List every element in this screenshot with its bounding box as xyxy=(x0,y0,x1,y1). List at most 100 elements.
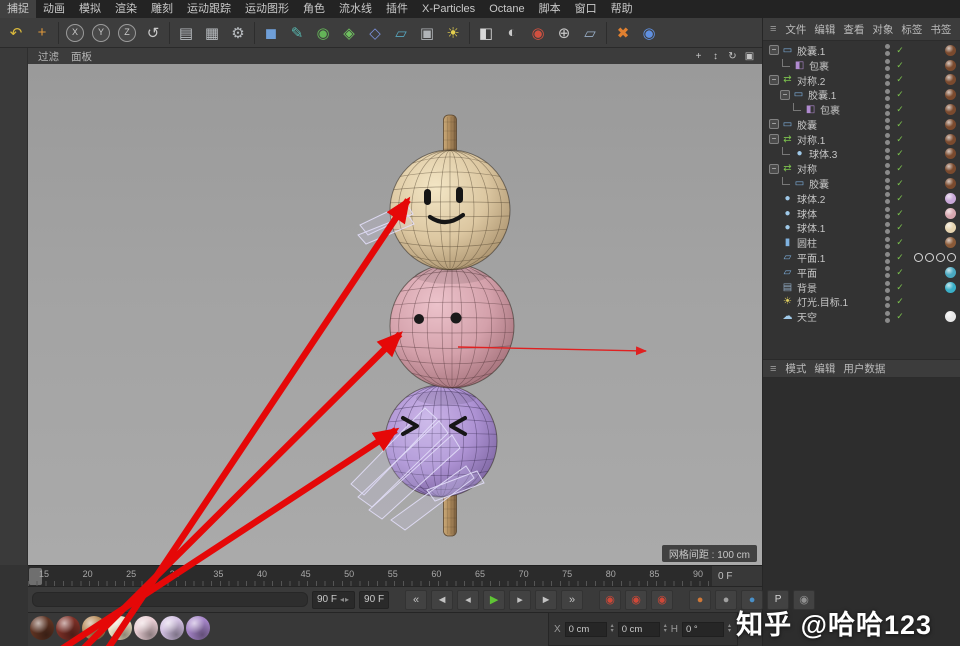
menubar-item-13[interactable]: 脚本 xyxy=(532,0,568,18)
enabled-check-icon[interactable]: ✓ xyxy=(895,296,905,307)
object-row[interactable]: ☁ 天空 ✓ xyxy=(763,309,960,324)
enabled-check-icon[interactable]: ✓ xyxy=(895,134,905,145)
attr-menu-3[interactable]: 用户数据 xyxy=(839,361,889,376)
undo-icon[interactable]: ↶ xyxy=(3,20,29,46)
material-tag[interactable] xyxy=(945,118,956,130)
panel-menu-icon[interactable]: ≡ xyxy=(767,363,779,375)
object-row[interactable]: ● 球体 ✓ xyxy=(763,206,960,221)
material-swatch-6[interactable] xyxy=(160,616,184,640)
coord-value-2[interactable]: 0 cm xyxy=(617,621,660,637)
light-button[interactable]: ☀ xyxy=(440,20,466,46)
enabled-check-icon[interactable]: ✓ xyxy=(895,252,905,263)
attr-menu-1[interactable]: 模式 xyxy=(781,361,810,376)
camera-button[interactable]: ▣ xyxy=(414,20,440,46)
visibility-dots[interactable] xyxy=(885,207,890,220)
timeline-scrollbar[interactable] xyxy=(32,592,308,607)
tree-expander-icon[interactable]: − xyxy=(780,89,790,100)
enabled-check-icon[interactable]: ✓ xyxy=(895,208,905,219)
autokeying-button[interactable]: ◉ xyxy=(625,589,648,610)
compositing-tag-icon[interactable] xyxy=(947,253,956,263)
visibility-dots[interactable] xyxy=(885,147,890,160)
c4d-mode-button[interactable]: ◉ xyxy=(636,20,662,46)
visibility-dots[interactable] xyxy=(885,236,890,249)
subdivision-surface-button[interactable]: ◉ xyxy=(310,20,336,46)
enabled-check-icon[interactable]: ✓ xyxy=(895,178,905,189)
axis-lock-button[interactable]: ✖ xyxy=(610,20,636,46)
material-tag[interactable] xyxy=(945,148,956,160)
object-row[interactable]: ▭ 胶囊 ✓ xyxy=(763,176,960,191)
attr-menu-2[interactable]: 编辑 xyxy=(810,361,839,376)
object-row[interactable]: ▱ 平面.1 ✓ xyxy=(763,250,960,265)
primitive-cube-button[interactable]: ◼ xyxy=(258,20,284,46)
om-menu-3[interactable]: 查看 xyxy=(839,22,868,37)
material-swatch-2[interactable] xyxy=(56,616,80,640)
menubar-item-9[interactable]: 流水线 xyxy=(332,0,379,18)
object-row[interactable]: ◧ 包裹 ✓ xyxy=(763,102,960,117)
enabled-check-icon[interactable]: ✓ xyxy=(895,237,905,248)
tree-expander-icon[interactable]: − xyxy=(769,119,779,130)
compositing-tag-icon[interactable] xyxy=(914,253,923,263)
enabled-check-icon[interactable]: ✓ xyxy=(895,148,905,159)
object-row[interactable]: − ⇄ 对称 ✓ xyxy=(763,161,960,176)
coordinate-system-button[interactable]: ↺ xyxy=(140,20,166,46)
coord-value-3[interactable]: 0 ° xyxy=(681,621,724,637)
material-tag[interactable] xyxy=(945,281,956,293)
menubar-item-5[interactable]: 雕刻 xyxy=(144,0,180,18)
stepper-arrow-icon[interactable]: ▾ xyxy=(664,628,667,634)
visibility-dots[interactable] xyxy=(885,118,890,131)
material-swatch-3[interactable] xyxy=(82,616,106,640)
material-tag[interactable] xyxy=(945,222,956,234)
material-tag[interactable] xyxy=(945,192,956,204)
keyframe-selection-button[interactable]: ◉ xyxy=(651,589,674,610)
visibility-dots[interactable] xyxy=(885,295,890,308)
menubar-item-3[interactable]: 模拟 xyxy=(72,0,108,18)
maximize-view-icon[interactable]: ▣ xyxy=(743,51,756,62)
coord-stepper-3[interactable]: ▴ ▾ xyxy=(728,623,731,634)
enabled-check-icon[interactable]: ✓ xyxy=(895,119,905,130)
record-position-toggle[interactable]: ● xyxy=(689,589,712,610)
play-button[interactable]: ▶ xyxy=(483,589,506,610)
enabled-check-icon[interactable]: ✓ xyxy=(895,60,905,71)
visibility-dots[interactable] xyxy=(885,281,890,294)
deformer-button[interactable]: ◇ xyxy=(362,20,388,46)
tree-expander-icon[interactable]: − xyxy=(769,163,779,174)
menubar-item-14[interactable]: 窗口 xyxy=(568,0,604,18)
menubar-item-15[interactable]: 帮助 xyxy=(604,0,640,18)
visibility-dots[interactable] xyxy=(885,73,890,86)
om-menu-4[interactable]: 对象 xyxy=(868,22,897,37)
material-tag[interactable] xyxy=(945,104,956,116)
object-row[interactable]: ◧ 包裹 ✓ xyxy=(763,58,960,73)
material-tag[interactable] xyxy=(945,237,956,249)
object-row[interactable]: ● 球体.1 ✓ xyxy=(763,221,960,235)
om-menu-6[interactable]: 书签 xyxy=(926,22,955,37)
enabled-check-icon[interactable]: ✓ xyxy=(895,222,905,233)
visibility-dots[interactable] xyxy=(885,177,890,190)
next-key-button[interactable]: ► xyxy=(535,589,558,610)
environment-button[interactable]: ▱ xyxy=(388,20,414,46)
lock-y-button[interactable]: Y xyxy=(88,20,114,46)
material-tag[interactable] xyxy=(945,59,956,71)
material-swatch-4[interactable] xyxy=(108,616,132,640)
object-row[interactable]: − ⇄ 对称.1 ✓ xyxy=(763,132,960,147)
enabled-check-icon[interactable]: ✓ xyxy=(895,163,905,174)
material-tag[interactable] xyxy=(945,266,956,278)
tree-expander-icon[interactable]: − xyxy=(769,74,779,85)
enabled-check-icon[interactable]: ✓ xyxy=(895,193,905,204)
material-tag[interactable] xyxy=(945,89,956,101)
visibility-dots[interactable] xyxy=(885,133,890,146)
material-tag[interactable] xyxy=(945,133,956,145)
om-menu-1[interactable]: 文件 xyxy=(781,22,810,37)
lock-x-button[interactable]: X xyxy=(62,20,88,46)
enabled-check-icon[interactable]: ✓ xyxy=(895,267,905,278)
material-tag[interactable] xyxy=(945,44,956,56)
frame-field-2[interactable]: 90 F xyxy=(359,590,390,609)
mograph-cloner-button[interactable]: ◈ xyxy=(336,20,362,46)
om-menu-2[interactable]: 编辑 xyxy=(810,22,839,37)
menubar-item-8[interactable]: 角色 xyxy=(296,0,332,18)
material-swatch-1[interactable] xyxy=(30,616,54,640)
object-row[interactable]: − ▭ 胶囊.1 ✓ xyxy=(763,87,960,102)
panel-menu-icon[interactable]: ≡ xyxy=(767,23,779,35)
om-menu-5[interactable]: 标签 xyxy=(897,22,926,37)
menubar-item-7[interactable]: 运动图形 xyxy=(238,0,296,18)
timeline-ruler[interactable]: 15 20 25 30 35 40 45 50 55 60 65 70 75 80 85 90 xyxy=(28,565,712,586)
